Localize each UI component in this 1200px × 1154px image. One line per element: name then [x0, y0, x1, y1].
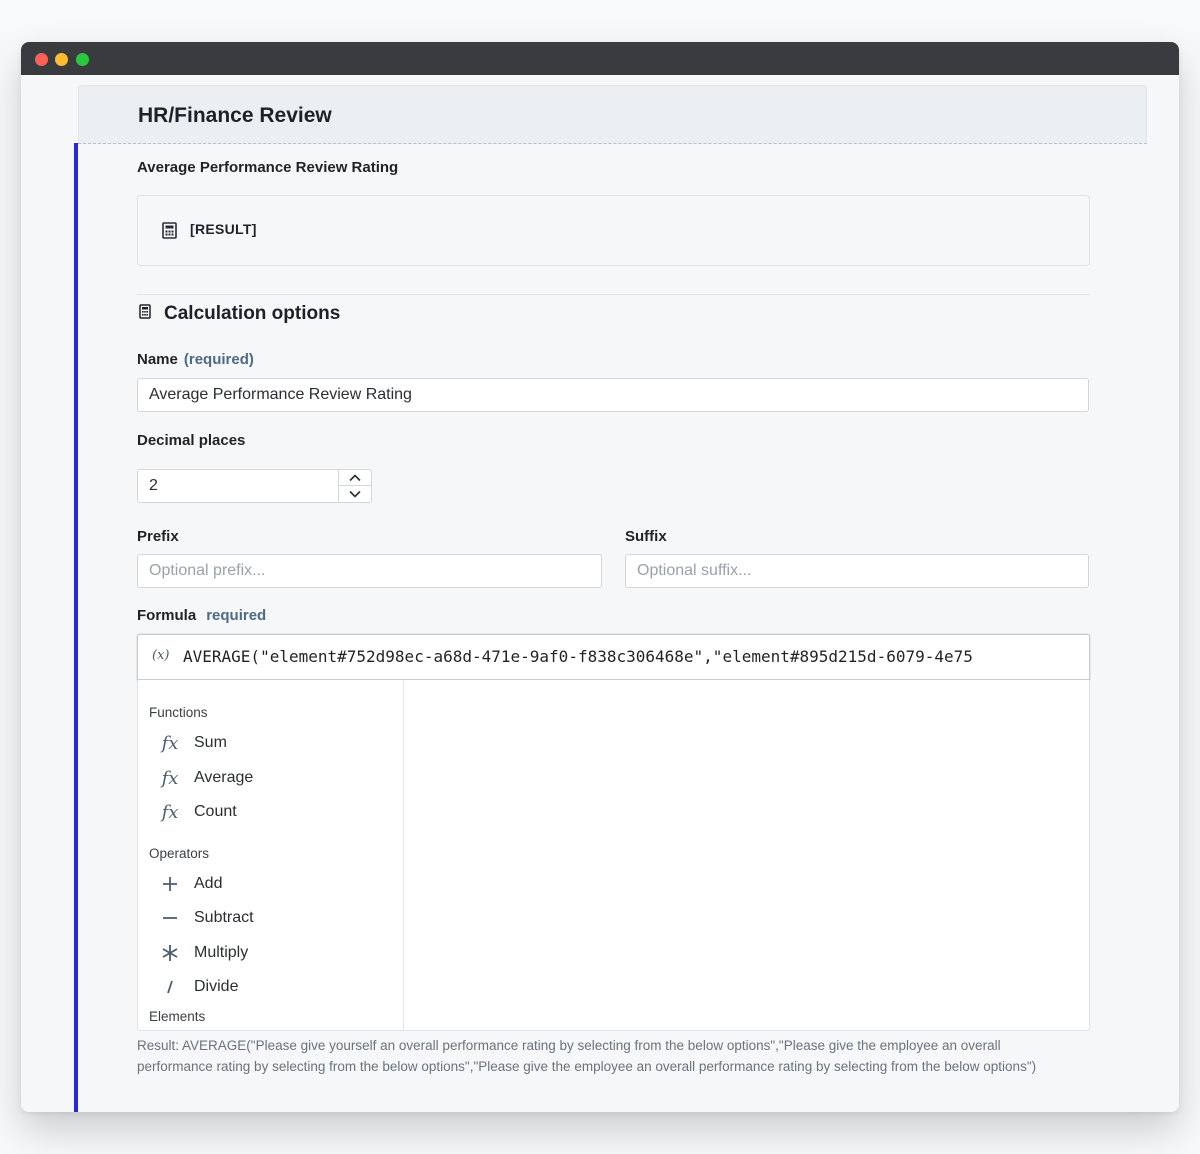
divider: [137, 294, 1090, 295]
decimal-places-input[interactable]: 2: [137, 469, 339, 503]
calculation-element-editor: Average Performance Review Rating [RESUL…: [78, 144, 1147, 1112]
name-field-label: Name (required): [137, 351, 254, 368]
slash-icon: [159, 976, 181, 998]
page: HR/Finance Review Average Performance Re…: [21, 75, 1179, 1112]
prefix-label: Prefix: [137, 528, 179, 545]
prefix-input[interactable]: Optional prefix...: [137, 554, 602, 588]
operator-label: Multiply: [194, 944, 249, 961]
picker-menu[interactable]: Functions fx Sum fx Average fx Count Ope…: [138, 680, 404, 1030]
section-title: HR/Finance Review: [138, 104, 332, 127]
function-item-sum[interactable]: fx Sum: [149, 730, 399, 756]
variable-icon: (x): [152, 648, 170, 663]
chevron-down-icon: [349, 490, 361, 498]
function-label: Average: [194, 769, 254, 786]
plus-icon: [159, 873, 181, 895]
operator-item-divide[interactable]: Divide: [149, 974, 399, 1000]
decrement-button[interactable]: [339, 486, 371, 502]
formula-picker: Functions fx Sum fx Average fx Count Ope…: [137, 680, 1090, 1031]
operator-label: Add: [194, 875, 223, 892]
asterisk-icon: [159, 942, 181, 964]
elements-group-label: Elements: [149, 1009, 206, 1024]
operator-label: Subtract: [194, 909, 254, 926]
operator-label: Divide: [194, 978, 239, 995]
calculation-options-title: Calculation options: [164, 303, 341, 324]
window-titlebar: [21, 42, 1179, 75]
minimize-window-button[interactable]: [55, 53, 68, 66]
functions-group-label: Functions: [149, 705, 208, 720]
result-value: [RESULT]: [190, 221, 257, 237]
required-indicator: required: [206, 607, 267, 624]
result-preview-box[interactable]: [RESULT]: [137, 195, 1090, 266]
operator-item-subtract[interactable]: Subtract: [149, 905, 399, 931]
decimal-places-stepper[interactable]: [338, 469, 372, 503]
formula-result-note: Result: AVERAGE("Please give yourself an…: [137, 1038, 1037, 1074]
operator-item-multiply[interactable]: Multiply: [149, 940, 399, 966]
operators-group-label: Operators: [149, 846, 210, 861]
formula-input[interactable]: (x) AVERAGE("element#752d98ec-a68d-471e-…: [137, 634, 1090, 680]
function-icon: fx: [161, 801, 179, 823]
function-label: Count: [194, 803, 237, 820]
formula-label: Formula required: [137, 607, 266, 624]
suffix-label: Suffix: [625, 528, 667, 545]
required-indicator: (required): [183, 351, 254, 368]
name-label-text: Name: [137, 351, 178, 368]
chevron-up-icon: [349, 473, 361, 481]
function-item-count[interactable]: fx Count: [149, 799, 399, 825]
section-header: HR/Finance Review: [78, 85, 1147, 144]
increment-button[interactable]: [339, 470, 371, 486]
calculator-icon: [139, 304, 151, 319]
minus-icon: [159, 907, 181, 929]
formula-label-text: Formula: [137, 607, 197, 624]
name-input[interactable]: Average Performance Review Rating: [137, 378, 1089, 412]
function-icon: fx: [161, 732, 179, 754]
maximize-window-button[interactable]: [76, 53, 89, 66]
function-icon: fx: [161, 767, 179, 789]
app-window: HR/Finance Review Average Performance Re…: [21, 42, 1179, 1112]
function-item-average[interactable]: fx Average: [149, 765, 399, 791]
close-window-button[interactable]: [35, 53, 48, 66]
function-label: Sum: [194, 734, 227, 751]
result-field-label: Average Performance Review Rating: [137, 159, 399, 176]
calculator-icon: [162, 222, 177, 239]
formula-text: AVERAGE("element#752d98ec-a68d-471e-9af0…: [183, 647, 973, 666]
operator-item-add[interactable]: Add: [149, 871, 399, 897]
decimal-places-label: Decimal places: [137, 432, 246, 449]
suffix-input[interactable]: Optional suffix...: [625, 554, 1089, 588]
